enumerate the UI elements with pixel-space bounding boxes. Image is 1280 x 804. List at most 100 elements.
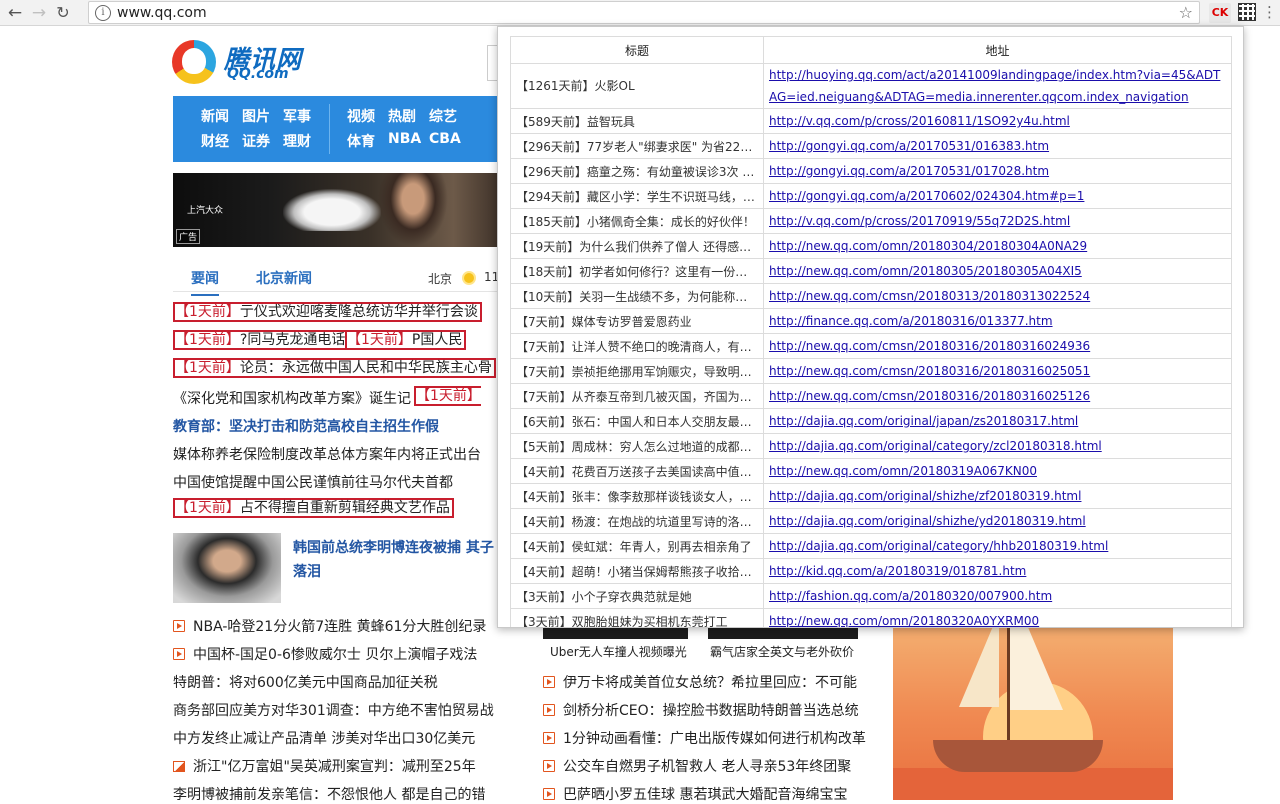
tab-beijing-news[interactable]: 北京新闻 bbox=[256, 268, 312, 288]
table-row: 【4天前】杨渡：在炮战的坑道里写诗的洛夫… http://dajia.qq.com… bbox=[510, 508, 1232, 534]
nav-item[interactable]: 体育 bbox=[347, 131, 375, 151]
row-url-link[interactable]: http://kid.qq.com/a/20180319/018781.htm bbox=[769, 564, 1026, 578]
forward-button[interactable]: → bbox=[27, 1, 51, 25]
qr-code-extension-icon[interactable] bbox=[1238, 3, 1256, 21]
table-row: 【18天前】初学者如何修行？这里有一份最… http://new.qq.com/o… bbox=[510, 258, 1232, 284]
age-tag-box[interactable]: 【1天前】 bbox=[414, 386, 481, 406]
list-item[interactable]: 剑桥分析CEO：操控脸书数据助特朗普当选总统 bbox=[543, 700, 859, 720]
news-item[interactable]: 教育部：坚决打击和防范高校自主招生作假 bbox=[173, 416, 439, 436]
row-url-cell: http://new.qq.com/cmsn/20180316/20180316… bbox=[763, 358, 1232, 384]
nav-item[interactable]: 财经 bbox=[201, 131, 229, 151]
nav-item[interactable]: 理财 bbox=[283, 131, 311, 151]
table-row: 【4天前】侯虹斌：年青人，别再去相亲角了 http://dajia.qq.com/… bbox=[510, 533, 1232, 559]
news-item[interactable]: 【1天前】亍仪式欢迎喀麦隆总统访华并举行会谈 bbox=[173, 302, 482, 322]
age-tag: 【1天前】 bbox=[175, 360, 240, 376]
row-url-link[interactable]: http://dajia.qq.com/original/category/hh… bbox=[769, 539, 1108, 553]
news-item[interactable]: 【1天前】?同马克龙通电话 bbox=[173, 330, 350, 350]
weather-city[interactable]: 北京 bbox=[428, 270, 452, 287]
row-url-link[interactable]: http://v.qq.com/p/cross/20170919/55q72D2… bbox=[769, 214, 1070, 228]
nav-item[interactable]: 证券 bbox=[242, 131, 270, 151]
address-bar[interactable]: i www.qq.com ☆ bbox=[88, 1, 1200, 24]
news-title: 中国使馆提醒中国公民谨慎前往马尔代夫首都 bbox=[173, 475, 453, 491]
qq-logo[interactable]: 腾讯网 QQ.com bbox=[172, 40, 312, 84]
video-caption[interactable]: 霸气店家全英文与老外砍价 bbox=[710, 643, 854, 660]
row-url-link[interactable]: http://new.qq.com/cmsn/20180316/20180316… bbox=[769, 364, 1090, 378]
list-item[interactable]: 李明博被捕前发亲笔信：不怨恨他人 都是自己的错 bbox=[173, 784, 485, 804]
row-url-link[interactable]: http://new.qq.com/omn/20180305/20180305A… bbox=[769, 264, 1082, 278]
video-caption[interactable]: Uber无人车撞人视频曝光 bbox=[550, 643, 687, 660]
row-url-link[interactable]: http://v.qq.com/p/cross/20160811/1SO92y4… bbox=[769, 114, 1070, 128]
cookie-extension-button[interactable]: CK bbox=[1209, 3, 1231, 23]
nav-item[interactable]: 图片 bbox=[242, 106, 270, 126]
row-url-cell: http://new.qq.com/cmsn/20180316/20180316… bbox=[763, 333, 1232, 359]
list-item[interactable]: 公交车自燃男子机智救人 老人寻亲53年终团聚 bbox=[543, 756, 851, 776]
list-item[interactable]: 浙江"亿万富姐"吴英减刑案宣判：减刑至25年 bbox=[173, 756, 476, 776]
list-item[interactable]: 中方发终止减让产品清单 涉美对华出口30亿美元 bbox=[173, 728, 475, 748]
news-item[interactable]: 媒体称养老保险制度改革总体方案年内将正式出台 bbox=[173, 444, 481, 464]
news-title: 论员：永远做中国人民和中华民族主心骨 bbox=[239, 360, 492, 376]
address-bar-url[interactable]: www.qq.com bbox=[117, 5, 207, 21]
reload-button[interactable]: ↻ bbox=[51, 1, 75, 25]
list-item-text: 1分钟动画看懂：广电出版传媒如何进行机构改革 bbox=[563, 731, 866, 747]
list-item-text: 中方发终止减让产品清单 涉美对华出口30亿美元 bbox=[173, 731, 476, 747]
feature-thumbnail[interactable] bbox=[173, 533, 281, 603]
row-title: 【19天前】为什么我们供养了僧人 还得感谢… bbox=[510, 233, 764, 259]
row-url-link[interactable]: http://new.qq.com/cmsn/20180313/20180313… bbox=[769, 289, 1090, 303]
list-item[interactable]: 中国杯-国足0-6惨败威尔士 贝尔上演帽子戏法 bbox=[173, 644, 477, 664]
news-tabs: 要闻 北京新闻 bbox=[173, 262, 503, 296]
list-item[interactable]: NBA-哈登21分火箭7连胜 黄蜂61分大胜创纪录 bbox=[173, 616, 486, 636]
row-url-link[interactable]: http://fashion.qq.com/a/20180320/007900.… bbox=[769, 589, 1052, 603]
banner-car-image bbox=[283, 189, 381, 231]
back-button[interactable]: ← bbox=[3, 1, 27, 25]
list-item[interactable]: 特朗普：将对600亿美元中国商品加征关税 bbox=[173, 672, 438, 692]
table-row: 【185天前】小猪佩奇全集：成长的好伙伴！ http://v.qq.com/p/c… bbox=[510, 208, 1232, 234]
news-item[interactable]: 《深化党和国家机构改革方案》诞生记 bbox=[173, 388, 411, 408]
list-item[interactable]: 巴萨晒小罗五佳球 惠若琪武大婚配音海绵宝宝 bbox=[543, 784, 847, 804]
row-url-link[interactable]: http://new.qq.com/cmsn/20180316/20180316… bbox=[769, 339, 1090, 353]
list-item[interactable]: 商务部回应美方对华301调查：中方绝不害怕贸易战 bbox=[173, 700, 494, 720]
row-url-link[interactable]: http://dajia.qq.com/original/shizhe/zf20… bbox=[769, 489, 1081, 503]
row-url-link[interactable]: http://gongyi.qq.com/a/20170602/024304.h… bbox=[769, 189, 1084, 203]
row-url-link[interactable]: http://dajia.qq.com/original/japan/zs201… bbox=[769, 414, 1078, 428]
row-title: 【185天前】小猪佩奇全集：成长的好伙伴！ bbox=[510, 208, 764, 234]
nav-item[interactable]: 视频 bbox=[347, 106, 375, 126]
video-thumbnail[interactable] bbox=[543, 627, 688, 639]
nav-item[interactable]: 新闻 bbox=[201, 106, 229, 126]
news-item[interactable]: 中国使馆提醒中国公民谨慎前往马尔代夫首都 bbox=[173, 472, 453, 492]
row-title: 【4天前】花费百万送孩子去美国读高中值不… bbox=[510, 458, 764, 484]
row-url-link[interactable]: http://dajia.qq.com/original/shizhe/yd20… bbox=[769, 514, 1086, 528]
news-title: 《深化党和国家机构改革方案》诞生记 bbox=[173, 391, 411, 407]
nav-item[interactable]: CBA bbox=[429, 131, 461, 147]
row-url-link[interactable]: http://new.qq.com/omn/20180304/20180304A… bbox=[769, 239, 1087, 253]
nav-item[interactable]: 热剧 bbox=[388, 106, 416, 126]
site-info-icon[interactable]: i bbox=[95, 4, 111, 21]
row-url-link[interactable]: http://new.qq.com/omn/20180320A0YXRM00 bbox=[769, 614, 1039, 627]
nav-item[interactable]: NBA bbox=[388, 131, 421, 147]
row-url-link[interactable]: http://gongyi.qq.com/a/20170531/016383.h… bbox=[769, 139, 1049, 153]
feature-headline[interactable]: 韩国前总统李明博连夜被捕 其子落泪 bbox=[293, 536, 503, 584]
browser-menu-icon[interactable]: ⋮ bbox=[1262, 4, 1277, 20]
age-tag: 【1天前】 bbox=[175, 500, 240, 516]
list-item[interactable]: 1分钟动画看懂：广电出版传媒如何进行机构改革 bbox=[543, 728, 866, 748]
list-item[interactable]: 伊万卡将成美首位女总统？希拉里回应：不可能 bbox=[543, 672, 857, 692]
row-url-link[interactable]: http://new.qq.com/cmsn/20180316/20180316… bbox=[769, 389, 1090, 403]
news-item[interactable]: 【1天前】论员：永远做中国人民和中华民族主心骨 bbox=[173, 358, 496, 378]
table-row: 【7天前】媒体专访罗普爱恩药业 http://finance.qq.com/a/2… bbox=[510, 308, 1232, 334]
table-row: 【294天前】藏区小学：学生不识斑马线，老… http://gongyi.qq.c… bbox=[510, 183, 1232, 209]
bookmark-star-icon[interactable]: ☆ bbox=[1179, 3, 1193, 22]
table-row: 【6天前】张石：中国人和日本人交朋友最忌… http://dajia.qq.com… bbox=[510, 408, 1232, 434]
row-url-link[interactable]: http://finance.qq.com/a/20180316/013377.… bbox=[769, 314, 1053, 328]
row-title: 【4天前】杨渡：在炮战的坑道里写诗的洛夫… bbox=[510, 508, 764, 534]
tab-top-news[interactable]: 要闻 bbox=[191, 268, 219, 296]
nav-item[interactable]: 综艺 bbox=[429, 106, 457, 126]
video-thumbnail[interactable] bbox=[708, 627, 858, 639]
row-url-link[interactable]: http://dajia.qq.com/original/category/zc… bbox=[769, 439, 1102, 453]
row-url-link[interactable]: http://new.qq.com/omn/20180319A067KN00 bbox=[769, 464, 1037, 478]
row-url-link[interactable]: http://gongyi.qq.com/a/20170531/017028.h… bbox=[769, 164, 1049, 178]
news-item-overlay[interactable]: 【1天前】P国人民 bbox=[345, 330, 467, 350]
ad-banner[interactable]: 上汽大众 广告 bbox=[173, 173, 503, 247]
history-popup: 标题 地址 【1261天前】火影OL http://huoying.qq.com/… bbox=[497, 26, 1244, 628]
nav-item[interactable]: 军事 bbox=[283, 106, 311, 126]
news-item[interactable]: 【1天前】占不得擅自重新剪辑经典文艺作品 bbox=[173, 498, 454, 518]
row-url-link[interactable]: http://huoying.qq.com/act/a20141009landi… bbox=[769, 68, 1220, 104]
